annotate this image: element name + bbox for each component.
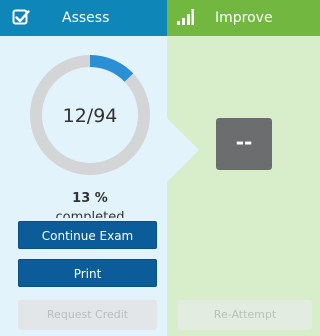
- improve-score-box: --: [216, 118, 272, 170]
- progress-count: 12/94: [62, 105, 118, 127]
- panel-arrow: [167, 118, 199, 182]
- assess-tab-header[interactable]: Assess: [0, 0, 167, 36]
- print-button[interactable]: Print: [18, 259, 157, 287]
- assess-panel: Assess 12/94 13 % completed Continue Exa…: [0, 0, 167, 336]
- progress-ring-fill: [89, 55, 134, 82]
- request-credit-button[interactable]: Request Credit: [18, 300, 157, 330]
- continue-exam-button[interactable]: Continue Exam: [18, 221, 157, 249]
- checkbox-check-icon: [12, 9, 30, 25]
- assess-tab-label: Assess: [62, 10, 110, 26]
- reattempt-button[interactable]: Re-Attempt: [178, 300, 312, 330]
- progress-percent: 13 %: [72, 191, 108, 206]
- improve-tab-label: Improve: [215, 10, 273, 26]
- improve-tab-header[interactable]: Improve: [167, 0, 320, 36]
- signal-bars-icon: [177, 9, 194, 25]
- exam-status-widget: Assess 12/94 13 % completed Continue Exa…: [0, 0, 320, 336]
- progress-status-text: completed: [55, 210, 125, 218]
